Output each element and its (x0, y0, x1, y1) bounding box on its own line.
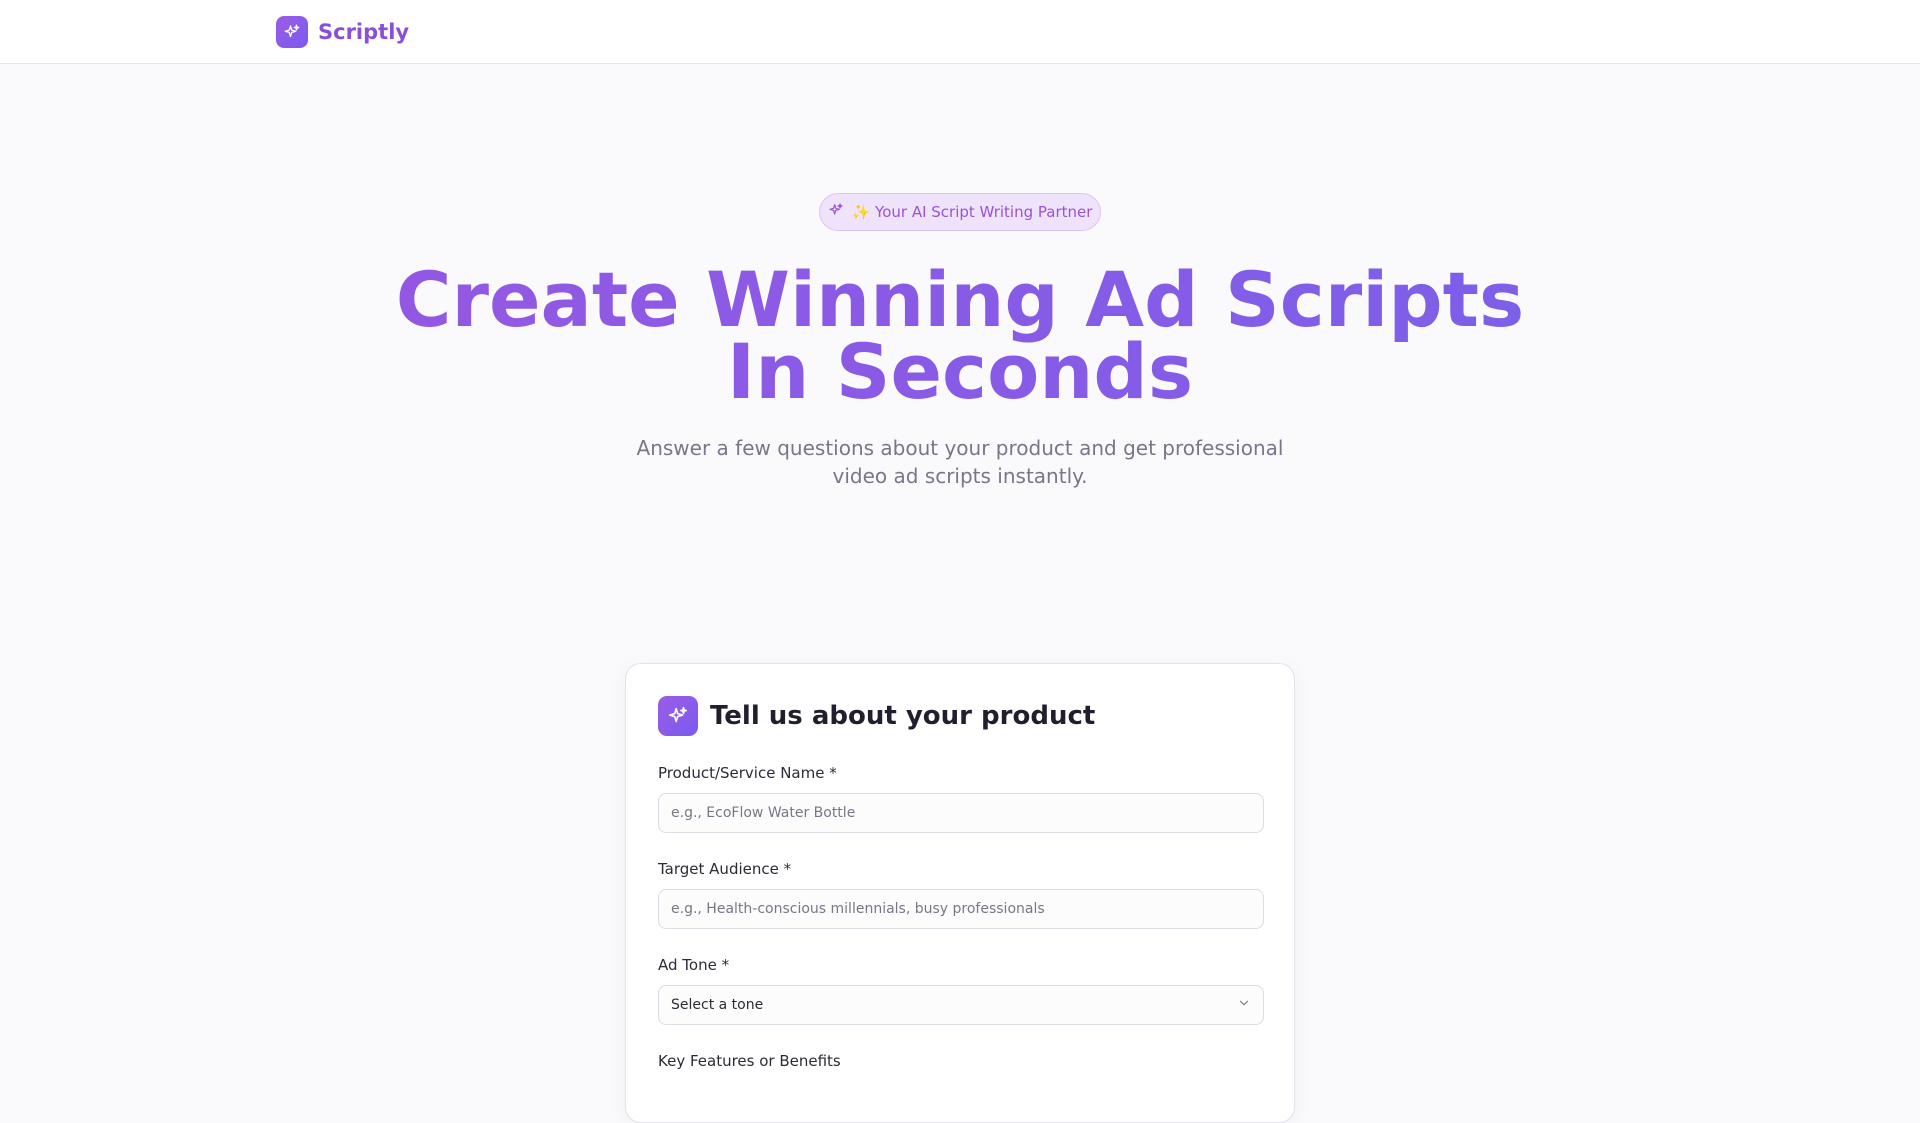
hero-headline: Create Winning Ad Scripts In Seconds (0, 264, 1920, 408)
product-form-card: Tell us about your product Product/Servi… (625, 663, 1295, 1123)
chevron-down-icon (1237, 996, 1251, 1014)
form-card-header: Tell us about your product (658, 696, 1095, 736)
product-name-label: Product/Service Name * (658, 764, 837, 782)
key-features-label: Key Features or Benefits (658, 1052, 841, 1070)
ad-tone-select[interactable]: Select a tone (658, 985, 1264, 1025)
sparkles-icon (828, 202, 844, 222)
sparkles-icon (276, 16, 308, 48)
tagline-badge-text: ✨ Your AI Script Writing Partner (851, 203, 1093, 221)
brand-name: Scriptly (318, 20, 410, 44)
form-title: Tell us about your product (710, 701, 1096, 731)
hero-headline-line2: In Seconds (726, 327, 1194, 416)
ad-tone-selected-value: Select a tone (671, 997, 764, 1013)
target-audience-label: Target Audience * (658, 860, 792, 878)
tagline-badge: ✨ Your AI Script Writing Partner (819, 193, 1101, 231)
top-navigation-bar: Scriptly (0, 0, 1920, 64)
ad-tone-label: Ad Tone * (658, 956, 730, 974)
hero-subheadline: Answer a few questions about your produc… (636, 436, 1284, 488)
product-name-input[interactable] (658, 793, 1264, 833)
sparkles-icon (658, 696, 698, 736)
target-audience-input[interactable] (658, 889, 1264, 929)
brand-home-link[interactable]: Scriptly (276, 16, 409, 48)
